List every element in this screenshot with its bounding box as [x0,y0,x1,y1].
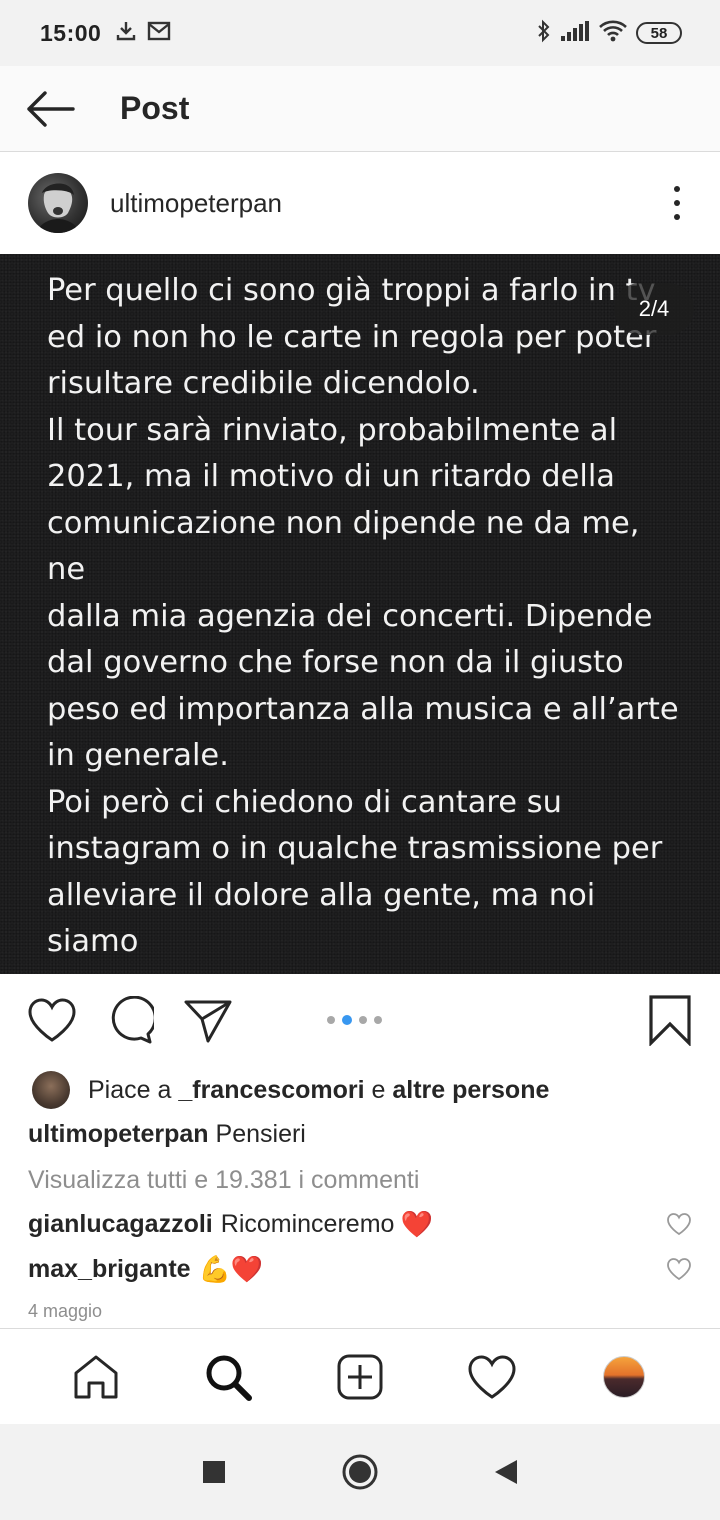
carousel-dot [327,1016,335,1024]
activity-heart-icon [468,1354,516,1399]
nav-activity[interactable] [464,1349,520,1405]
more-dot-icon [674,214,680,220]
comment-text: Ricominceremo [220,1209,395,1238]
back-triangle-icon [495,1460,517,1484]
caption-username[interactable]: ultimopeterpan [28,1120,209,1148]
view-all-comments-link[interactable]: Visualizza tutti e 19.381 i commenti [28,1166,419,1195]
more-options-button[interactable] [662,178,692,228]
heart-emoji-icon: ❤️ [400,1209,433,1239]
search-icon [206,1355,252,1401]
avatar-portrait-icon [36,183,80,233]
bookmark-icon [649,995,691,1047]
caption: ultimopeterpan Pensieri [28,1120,306,1149]
recents-square-icon [203,1461,225,1483]
signal-icon [560,20,590,47]
paper-plane-icon [184,1000,232,1043]
post-image-text: Per quello ci sono già troppi a farlo in… [47,268,687,974]
carousel-dot [374,1016,382,1024]
nav-profile[interactable] [596,1349,652,1405]
carousel-dot [359,1016,367,1024]
comment-row: max_brigante 💪❤️ [28,1249,692,1289]
status-left-icons [115,20,171,47]
more-dot-icon [674,186,680,192]
nav-new-post[interactable] [332,1349,388,1405]
more-dot-icon [674,200,680,206]
likes-text: Piace a _francescomori e altre persone [88,1076,549,1105]
comment-button[interactable] [104,994,156,1046]
image-text-body: Per quello ci sono già troppi a farlo in… [47,273,679,974]
recents-button[interactable] [194,1452,234,1492]
system-navigation-bar [0,1424,720,1520]
comment-like-heart-icon[interactable] [666,1257,692,1281]
add-post-icon [337,1354,383,1399]
back-button[interactable] [0,66,100,152]
status-bar: 15:00 58 [0,0,720,66]
author-avatar[interactable] [28,173,88,233]
likes-others-link[interactable]: altre persone [392,1076,549,1104]
comment-like-heart-icon[interactable] [666,1212,692,1236]
like-button[interactable] [26,994,78,1046]
battery-indicator: 58 [636,22,682,44]
arrow-left-icon [27,90,75,127]
nav-search[interactable] [200,1349,256,1405]
likes-row[interactable]: Piace a _francescomori e altre persone [32,1068,549,1112]
bottom-nav [0,1328,720,1424]
caption-text: Pensieri [215,1120,306,1148]
carousel-page-counter: 2/4 [614,283,694,335]
post-header: ultimopeterpan [0,152,720,254]
bluetooth-icon [536,19,552,48]
system-back-button[interactable] [486,1452,526,1492]
status-right-icons: 58 [536,19,682,48]
author-username[interactable]: ultimopeterpan [110,188,282,219]
liker-avatar [32,1071,70,1109]
comment-bubble-icon [111,996,154,1044]
nav-home[interactable] [68,1349,124,1405]
wifi-icon [598,20,628,47]
comment-username[interactable]: max_brigante [28,1255,191,1284]
mail-icon [147,21,171,46]
comment-row: gianlucagazzoli Ricominceremo ❤️ [28,1204,692,1244]
share-button[interactable] [182,994,234,1046]
carousel-dot-active [342,1015,352,1025]
home-button[interactable] [340,1452,380,1492]
profile-avatar [603,1355,645,1398]
post-image[interactable]: Per quello ci sono già troppi a farlo in… [0,254,720,974]
home-circle-icon [342,1454,378,1490]
page-title: Post [120,90,190,126]
heart-icon [28,998,76,1042]
post-date: 4 maggio [28,1301,103,1321]
app-header: Post [0,66,720,152]
likes-conjunction: e [371,1075,386,1104]
download-icon [115,20,137,47]
muscle-heart-emoji-icon: 💪❤️ [198,1254,264,1284]
save-button[interactable] [648,994,692,1047]
likes-prefix: Piace a [88,1075,172,1104]
liker-username[interactable]: _francescomori [178,1076,364,1104]
status-time: 15:00 [40,19,102,46]
comment-username[interactable]: gianlucagazzoli [28,1210,213,1239]
home-icon [74,1355,118,1398]
post-actions [0,974,720,1066]
carousel-dots [327,1015,382,1025]
